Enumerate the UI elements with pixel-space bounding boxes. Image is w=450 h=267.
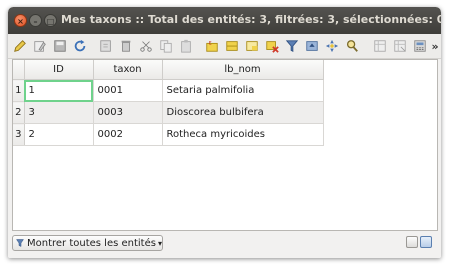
column-header-lb-nom[interactable]: lb_nom — [162, 60, 324, 80]
close-window-button[interactable]: × — [14, 14, 27, 27]
corner-header[interactable] — [13, 60, 25, 80]
cell-taxon[interactable]: 0001 — [93, 79, 163, 102]
cell-id[interactable]: 1 — [24, 79, 94, 102]
add-feature-icon[interactable] — [98, 38, 114, 54]
move-selection-top-icon[interactable] — [304, 38, 320, 54]
paste-icon[interactable] — [178, 38, 194, 54]
filter-icon[interactable] — [284, 38, 300, 54]
reload-icon[interactable] — [72, 38, 88, 54]
new-field-icon[interactable] — [372, 38, 388, 54]
attribute-table: ID taxon lb_nom 1 1 0001 Setaria palmifo… — [12, 59, 438, 231]
attribute-table-grid: ID taxon lb_nom 1 1 0001 Setaria palmifo… — [13, 60, 324, 146]
row-number-header[interactable]: 3 — [13, 123, 25, 146]
cell-id[interactable]: 3 — [24, 101, 94, 124]
toolbar: ε » — [8, 34, 441, 59]
cell-lb-nom[interactable]: Setaria palmifolia — [162, 79, 324, 102]
pan-to-selection-icon[interactable] — [324, 38, 340, 54]
row-number-header[interactable]: 1 — [13, 79, 25, 102]
form-view-icon[interactable] — [406, 236, 418, 248]
cell-lb-nom[interactable]: Dioscorea bulbifera — [162, 101, 324, 124]
title-bar[interactable]: × – □ Mes taxons :: Total des entités: 3… — [8, 7, 441, 34]
select-all-icon[interactable] — [224, 38, 240, 54]
toolbar-overflow-button[interactable]: » — [427, 38, 441, 54]
bottom-bar: Montrer toutes les entités ▾ — [8, 232, 441, 258]
copy-icon[interactable] — [158, 38, 174, 54]
table-row: 2 3 0003 Dioscorea bulbifera — [13, 101, 324, 124]
invert-selection-icon[interactable] — [244, 38, 260, 54]
column-header-taxon[interactable]: taxon — [93, 60, 163, 80]
row-number-header[interactable]: 2 — [13, 101, 25, 124]
table-header-row: ID taxon lb_nom — [13, 60, 324, 80]
zoom-to-selection-icon[interactable] — [344, 38, 360, 54]
minimize-window-button[interactable]: – — [29, 14, 42, 27]
edit-multiple-icon[interactable] — [32, 38, 48, 54]
cell-lb-nom[interactable]: Rotheca myricoides — [162, 123, 324, 146]
cut-icon[interactable] — [138, 38, 154, 54]
table-row: 3 2 0002 Rotheca myricoides — [13, 123, 324, 146]
maximize-window-button[interactable]: □ — [44, 14, 57, 27]
table-view-icon[interactable] — [420, 236, 432, 248]
save-edits-icon[interactable] — [52, 38, 68, 54]
cell-taxon[interactable]: 0002 — [93, 123, 163, 146]
delete-field-icon[interactable] — [392, 38, 408, 54]
chevron-down-icon: ▾ — [157, 238, 162, 248]
filter-icon — [16, 239, 24, 247]
svg-text:ε: ε — [209, 39, 212, 46]
cell-taxon[interactable]: 0003 — [93, 101, 163, 124]
feature-filter-dropdown[interactable]: Montrer toutes les entités ▾ — [12, 235, 163, 251]
select-by-expression-icon[interactable]: ε — [204, 38, 220, 54]
deselect-icon[interactable] — [264, 38, 280, 54]
attribute-table-window: × – □ Mes taxons :: Total des entités: 3… — [8, 7, 441, 258]
feature-filter-label: Montrer toutes les entités — [27, 237, 156, 249]
column-header-id[interactable]: ID — [24, 60, 94, 80]
cell-id[interactable]: 2 — [24, 123, 94, 146]
delete-feature-icon[interactable] — [118, 38, 134, 54]
toggle-editing-icon[interactable] — [12, 38, 28, 54]
window-title: Mes taxons :: Total des entités: 3, filt… — [61, 13, 441, 26]
table-row: 1 1 0001 Setaria palmifolia — [13, 79, 324, 102]
field-calculator-icon[interactable] — [412, 38, 428, 54]
